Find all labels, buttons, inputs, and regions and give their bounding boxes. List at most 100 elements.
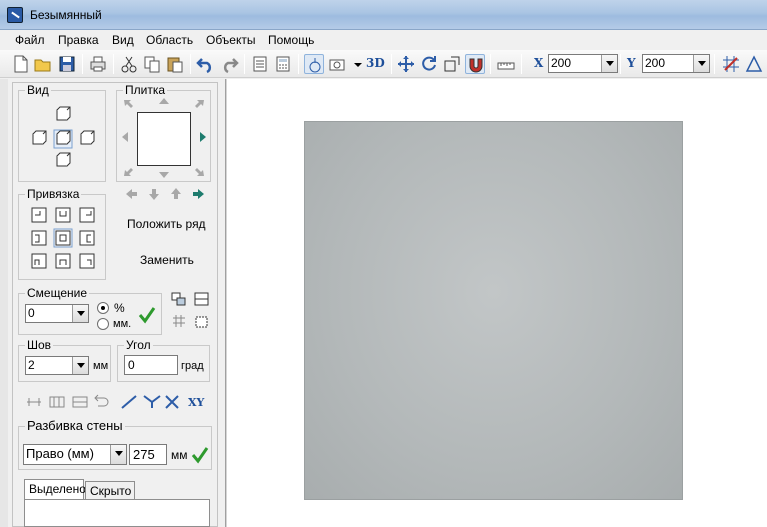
align-tools[interactable] <box>24 392 190 412</box>
list-icon[interactable] <box>250 54 270 74</box>
wall-split-unit: мм <box>171 448 188 462</box>
seam-value: 2 <box>28 358 35 372</box>
copy-icon[interactable] <box>142 54 162 74</box>
y-split-icon <box>143 395 161 408</box>
align-tool-1-icon <box>27 398 41 406</box>
offset-tool-1-icon <box>171 292 186 306</box>
shift-left-icon <box>126 189 137 199</box>
replace-button[interactable]: Заменить <box>140 253 194 267</box>
offset-tool-4-icon <box>195 316 208 328</box>
x-label: X <box>534 56 544 70</box>
calculator-icon[interactable] <box>273 54 293 74</box>
rotate-icon[interactable] <box>419 54 439 74</box>
x-value: 200 <box>551 56 572 70</box>
cube-top-icon <box>56 106 71 121</box>
tile-group-label: Плитка <box>123 83 168 97</box>
arrow-e-icon <box>200 132 206 142</box>
arrow-ne-icon <box>195 100 204 108</box>
percent-radio[interactable] <box>97 302 109 314</box>
shift-down-icon <box>149 189 159 200</box>
cut-icon[interactable] <box>119 54 139 74</box>
cube-bottom-icon <box>56 152 71 167</box>
offset-tool-2-icon <box>194 292 209 306</box>
shift-right-icon <box>193 189 204 199</box>
menu-bar: Файл Правка Вид Область Объекты Помощь <box>0 30 767 50</box>
tab-hidden[interactable]: Скрыто <box>85 481 135 499</box>
mm-radio[interactable] <box>97 318 109 330</box>
shift-arrows[interactable] <box>124 186 206 202</box>
cube-right-icon <box>80 130 95 145</box>
offset-combo[interactable]: 0 <box>25 304 89 323</box>
mm-label: мм. <box>113 318 132 330</box>
wall-surface[interactable] <box>304 121 683 500</box>
angle-input[interactable]: 0 <box>124 355 178 375</box>
camera-icon[interactable] <box>327 54 347 74</box>
diagonal-icon <box>121 395 137 409</box>
shift-up-icon <box>171 188 181 199</box>
tab-hidden-label: Скрыто <box>90 484 132 498</box>
move-icon[interactable] <box>396 54 416 74</box>
grid-icon[interactable] <box>721 54 741 74</box>
seam-combo[interactable]: 2 <box>25 356 89 375</box>
snap-grid[interactable] <box>30 206 98 270</box>
offset-group-label: Смещение <box>25 286 90 300</box>
apply-wall-split-icon[interactable] <box>191 446 209 464</box>
menu-file[interactable]: Файл <box>15 33 45 47</box>
seam-group-label: Шов <box>25 338 54 352</box>
menu-help[interactable]: Помощь <box>268 33 314 47</box>
view-group-label: Вид <box>25 83 51 97</box>
y-label: Y <box>627 56 636 70</box>
tab-selected[interactable]: Выделено <box>24 479 86 499</box>
align-tool-2-icon <box>49 396 65 408</box>
cube-center-icon <box>53 129 73 149</box>
scale-icon[interactable] <box>442 54 462 74</box>
left-scrollbar[interactable] <box>0 79 8 527</box>
magnet-icon[interactable] <box>465 54 485 74</box>
wall-split-combo[interactable]: Право (мм) <box>23 444 127 465</box>
wall-split-option: Право (мм) <box>26 446 94 461</box>
paste-icon[interactable] <box>165 54 185 74</box>
print-icon[interactable] <box>88 54 108 74</box>
title-bar: Безымянный <box>0 0 767 30</box>
view-3d-button[interactable]: 3D <box>366 56 385 70</box>
menu-objects[interactable]: Объекты <box>206 33 256 47</box>
window-title: Безымянный <box>30 8 102 22</box>
arrow-sw-icon <box>124 168 133 176</box>
new-file-icon[interactable] <box>11 54 31 74</box>
percent-label: % <box>114 301 125 315</box>
y-value: 200 <box>645 56 666 70</box>
snap-group-label: Привязка <box>25 187 82 201</box>
x-combo[interactable]: 200 <box>548 54 618 73</box>
undo-icon[interactable] <box>196 54 216 74</box>
rotate-view-icon[interactable] <box>304 54 324 74</box>
seam-unit: мм <box>93 360 109 372</box>
menu-edit[interactable]: Правка <box>58 33 99 47</box>
align-tool-4-icon <box>94 394 109 407</box>
xy-button[interactable]: XY <box>188 396 204 409</box>
triangle-icon[interactable] <box>744 54 764 74</box>
cube-left-icon <box>32 130 47 145</box>
offset-tools[interactable] <box>170 290 214 334</box>
menu-view[interactable]: Вид <box>112 33 134 47</box>
tab-selected-label: Выделено <box>29 482 86 496</box>
save-icon[interactable] <box>57 54 77 74</box>
menu-area[interactable]: Область <box>146 33 193 47</box>
arrow-s-icon <box>159 172 169 178</box>
view-cubes <box>32 106 95 167</box>
wall-split-input[interactable]: 275 <box>129 444 167 465</box>
angle-unit: град <box>181 360 204 372</box>
y-combo[interactable]: 200 <box>642 54 710 73</box>
camera-dropdown-icon[interactable] <box>348 54 362 74</box>
open-folder-icon[interactable] <box>33 54 53 74</box>
wall-split-value: 275 <box>133 447 155 462</box>
redo-icon[interactable] <box>219 54 239 74</box>
arrow-nw-icon <box>124 100 133 108</box>
lay-row-button[interactable]: Положить ряд <box>127 217 206 231</box>
offset-tool-3-icon <box>173 315 185 327</box>
app-icon <box>7 7 23 23</box>
arrow-se-icon <box>195 168 204 176</box>
wall-split-label: Разбивка стены <box>25 418 125 433</box>
angle-group-label: Угол <box>124 338 153 352</box>
apply-offset-icon[interactable] <box>138 306 156 324</box>
ruler-icon[interactable] <box>496 54 516 74</box>
